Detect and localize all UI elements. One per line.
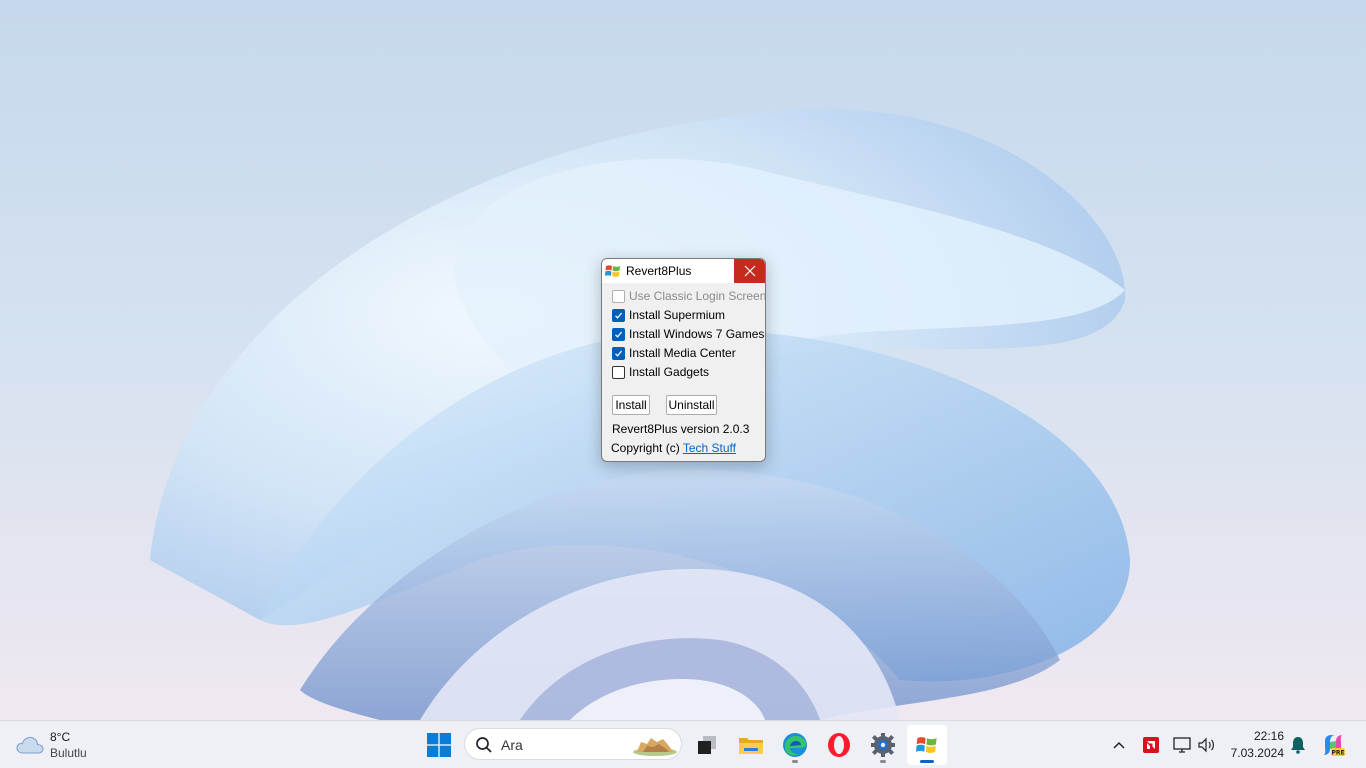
checkbox-gadgets[interactable]: Install Gadgets	[612, 364, 709, 380]
copyright-prefix: Copyright (c)	[611, 441, 683, 455]
start-button[interactable]	[419, 725, 459, 765]
search-box[interactable]: Ara	[464, 728, 682, 760]
checkbox-label: Install Supermium	[629, 308, 726, 322]
clock-time: 22:16	[1253, 729, 1284, 743]
version-text: Revert8Plus version 2.0.3	[612, 422, 750, 436]
checkmark-icon	[615, 350, 623, 357]
edge-icon	[783, 733, 807, 757]
running-indicator	[792, 760, 798, 763]
notifications-button[interactable]	[1286, 733, 1310, 757]
opera-icon	[828, 733, 850, 757]
network-tray-icon[interactable]	[1170, 733, 1194, 757]
search-icon	[476, 737, 492, 753]
checkbox-box[interactable]	[612, 346, 625, 360]
desktop: Revert8Plus Use Classic Login Screen Ins…	[0, 0, 1366, 720]
windows-flag-icon	[916, 737, 937, 753]
search-highlight-icon	[633, 738, 677, 756]
task-view-icon	[698, 736, 716, 754]
checkbox-box[interactable]	[612, 289, 625, 303]
window-title: Revert8Plus	[626, 264, 692, 278]
close-icon	[744, 265, 755, 277]
volume-icon	[1198, 737, 1214, 753]
cloud-icon	[16, 736, 44, 754]
revert8plus-dialog: Revert8Plus Use Classic Login Screen Ins…	[601, 258, 766, 462]
folder-icon	[739, 738, 763, 754]
clock-date: 7.03.2024	[1230, 746, 1284, 760]
close-button[interactable]	[734, 259, 765, 283]
checkbox-label: Install Windows 7 Games	[629, 327, 765, 341]
windows-flag-icon	[605, 265, 620, 277]
install-button[interactable]: Install	[612, 395, 650, 415]
svg-text:PRE: PRE	[1331, 750, 1344, 757]
file-explorer-button[interactable]	[731, 725, 771, 765]
windows-logo-icon	[427, 733, 451, 757]
copilot-button[interactable]: PRE	[1321, 733, 1345, 757]
show-hidden-icons-button[interactable]	[1107, 733, 1131, 757]
checkbox-label: Use Classic Login Screen	[629, 289, 766, 303]
copyright-text: Copyright (c) Tech Stuff	[611, 441, 736, 455]
checkmark-icon	[615, 312, 623, 319]
title-bar[interactable]: Revert8Plus	[602, 259, 765, 283]
weather-temperature: 8°C	[50, 730, 71, 744]
checkbox-box[interactable]	[612, 308, 625, 322]
weather-widget[interactable]: 8°C Bulutlu	[16, 729, 116, 761]
volume-tray-icon[interactable]	[1195, 733, 1219, 757]
running-indicator	[880, 760, 886, 763]
checkbox-classic-login[interactable]: Use Classic Login Screen	[612, 288, 766, 304]
edge-button[interactable]	[775, 725, 815, 765]
task-view-button[interactable]	[687, 725, 727, 765]
revert8plus-taskbar-button[interactable]	[907, 725, 947, 765]
taskbar: 8°C Bulutlu Ara 22:16 7.03.2024 PRE	[0, 720, 1366, 768]
bell-icon	[1291, 737, 1305, 754]
checkbox-label: Install Gadgets	[629, 365, 710, 379]
amd-tray-icon[interactable]	[1139, 733, 1163, 757]
gear-icon	[871, 733, 895, 757]
checkbox-media-center[interactable]: Install Media Center	[612, 345, 736, 361]
settings-button[interactable]	[863, 725, 903, 765]
checkbox-box[interactable]	[612, 365, 625, 379]
chevron-up-icon	[1113, 741, 1125, 749]
checkbox-windows7-games[interactable]: Install Windows 7 Games	[612, 326, 764, 342]
network-icon	[1173, 737, 1191, 753]
checkmark-icon	[615, 331, 623, 338]
tech-stuff-link[interactable]: Tech Stuff	[683, 441, 736, 455]
uninstall-button[interactable]: Uninstall	[666, 395, 717, 415]
amd-icon	[1143, 737, 1159, 753]
checkbox-supermium[interactable]: Install Supermium	[612, 307, 725, 323]
checkbox-label: Install Media Center	[629, 346, 736, 360]
checkbox-box[interactable]	[612, 327, 625, 341]
opera-button[interactable]	[819, 725, 859, 765]
copilot-icon: PRE	[1324, 735, 1345, 757]
weather-description: Bulutlu	[50, 746, 87, 760]
search-placeholder: Ara	[501, 737, 523, 753]
active-indicator	[920, 760, 934, 763]
